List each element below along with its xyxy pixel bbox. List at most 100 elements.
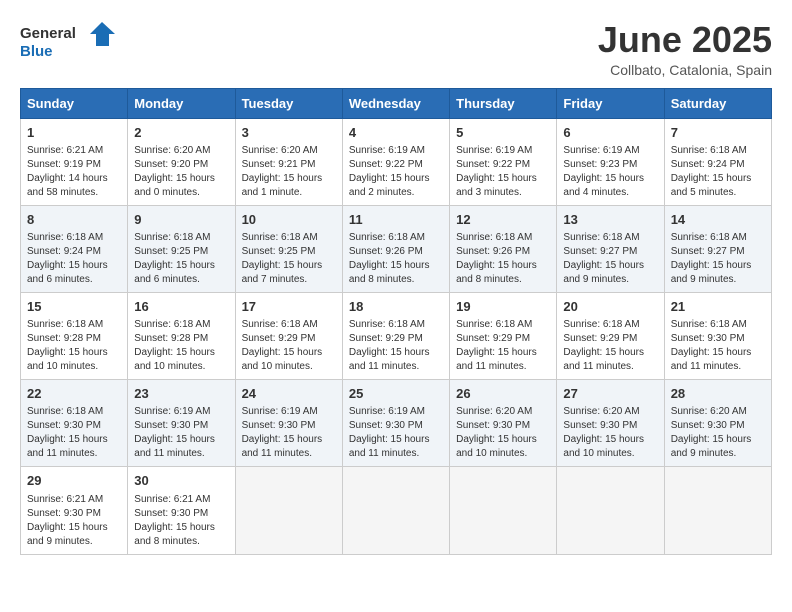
calendar-cell: 2Sunrise: 6:20 AMSunset: 9:20 PMDaylight… bbox=[128, 118, 235, 205]
calendar-body: 1 Sunrise: 6:21 AMSunset: 9:19 PMDaylight… bbox=[21, 118, 772, 554]
calendar-cell: 22Sunrise: 6:18 AMSunset: 9:30 PMDayligh… bbox=[21, 380, 128, 467]
calendar-cell: 10 Sunrise: 6:18 AMSunset: 9:25 PMDayligh… bbox=[235, 205, 342, 292]
day-number: 9 bbox=[134, 211, 228, 229]
logo-svg: General Blue bbox=[20, 20, 120, 65]
calendar-cell: 5 Sunrise: 6:19 AMSunset: 9:22 PMDaylight… bbox=[450, 118, 557, 205]
calendar-cell bbox=[557, 467, 664, 554]
calendar-cell: 11 Sunrise: 6:18 AMSunset: 9:26 PMDayligh… bbox=[342, 205, 449, 292]
day-info: Sunrise: 6:21 AMSunset: 9:30 PMDaylight:… bbox=[27, 494, 108, 547]
calendar-cell: 9 Sunrise: 6:18 AMSunset: 9:25 PMDaylight… bbox=[128, 205, 235, 292]
day-info: Sunrise: 6:18 AMSunset: 9:26 PMDaylight:… bbox=[349, 232, 430, 285]
day-number: 25 bbox=[349, 385, 443, 403]
day-info: Sunrise: 6:18 AMSunset: 9:27 PMDaylight:… bbox=[671, 232, 752, 285]
calendar-cell: 13 Sunrise: 6:18 AMSunset: 9:27 PMDayligh… bbox=[557, 205, 664, 292]
day-info: Sunrise: 6:21 AMSunset: 9:19 PMDaylight:… bbox=[27, 145, 108, 198]
day-info: Sunrise: 6:19 AMSunset: 9:30 PMDaylight:… bbox=[134, 406, 215, 459]
day-number: 11 bbox=[349, 211, 443, 229]
svg-text:Blue: Blue bbox=[20, 43, 53, 60]
calendar-cell bbox=[450, 467, 557, 554]
week-row-1: 1 Sunrise: 6:21 AMSunset: 9:19 PMDaylight… bbox=[21, 118, 772, 205]
calendar-table: SundayMondayTuesdayWednesdayThursdayFrid… bbox=[20, 88, 772, 555]
day-number: 30 bbox=[134, 472, 228, 490]
day-info: Sunrise: 6:20 AMSunset: 9:20 PMDaylight:… bbox=[134, 145, 215, 198]
day-header-wednesday: Wednesday bbox=[342, 88, 449, 118]
calendar-header-row: SundayMondayTuesdayWednesdayThursdayFrid… bbox=[21, 88, 772, 118]
calendar-cell: 21 Sunrise: 6:18 AMSunset: 9:30 PMDayligh… bbox=[664, 292, 771, 379]
calendar-cell: 27Sunrise: 6:20 AMSunset: 9:30 PMDayligh… bbox=[557, 380, 664, 467]
calendar-cell: 8 Sunrise: 6:18 AMSunset: 9:24 PMDaylight… bbox=[21, 205, 128, 292]
calendar-cell: 20Sunrise: 6:18 AMSunset: 9:29 PMDayligh… bbox=[557, 292, 664, 379]
week-row-5: 29 Sunrise: 6:21 AMSunset: 9:30 PMDayligh… bbox=[21, 467, 772, 554]
day-header-sunday: Sunday bbox=[21, 88, 128, 118]
day-info: Sunrise: 6:18 AMSunset: 9:29 PMDaylight:… bbox=[456, 319, 537, 372]
calendar-cell: 30 Sunrise: 6:21 AMSunset: 9:30 PMDayligh… bbox=[128, 467, 235, 554]
day-info: Sunrise: 6:18 AMSunset: 9:25 PMDaylight:… bbox=[242, 232, 323, 285]
day-number: 19 bbox=[456, 298, 550, 316]
day-header-tuesday: Tuesday bbox=[235, 88, 342, 118]
day-header-saturday: Saturday bbox=[664, 88, 771, 118]
day-info: Sunrise: 6:20 AMSunset: 9:21 PMDaylight:… bbox=[242, 145, 323, 198]
day-number: 1 bbox=[27, 124, 121, 142]
calendar-cell: 18 Sunrise: 6:18 AMSunset: 9:29 PMDayligh… bbox=[342, 292, 449, 379]
calendar-cell: 24 Sunrise: 6:19 AMSunset: 9:30 PMDayligh… bbox=[235, 380, 342, 467]
week-row-4: 22Sunrise: 6:18 AMSunset: 9:30 PMDayligh… bbox=[21, 380, 772, 467]
day-info: Sunrise: 6:19 AMSunset: 9:23 PMDaylight:… bbox=[563, 145, 644, 198]
header: General Blue June 2025 Collbato, Catalon… bbox=[20, 20, 772, 78]
calendar-cell: 15 Sunrise: 6:18 AMSunset: 9:28 PMDayligh… bbox=[21, 292, 128, 379]
day-number: 17 bbox=[242, 298, 336, 316]
calendar-cell: 3 Sunrise: 6:20 AMSunset: 9:21 PMDaylight… bbox=[235, 118, 342, 205]
week-row-2: 8 Sunrise: 6:18 AMSunset: 9:24 PMDaylight… bbox=[21, 205, 772, 292]
day-info: Sunrise: 6:18 AMSunset: 9:28 PMDaylight:… bbox=[134, 319, 215, 372]
day-header-monday: Monday bbox=[128, 88, 235, 118]
calendar-cell: 1 Sunrise: 6:21 AMSunset: 9:19 PMDaylight… bbox=[21, 118, 128, 205]
calendar-cell: 17 Sunrise: 6:18 AMSunset: 9:29 PMDayligh… bbox=[235, 292, 342, 379]
calendar-cell: 28 Sunrise: 6:20 AMSunset: 9:30 PMDayligh… bbox=[664, 380, 771, 467]
day-info: Sunrise: 6:18 AMSunset: 9:26 PMDaylight:… bbox=[456, 232, 537, 285]
logo: General Blue bbox=[20, 20, 120, 65]
day-number: 12 bbox=[456, 211, 550, 229]
day-info: Sunrise: 6:18 AMSunset: 9:29 PMDaylight:… bbox=[349, 319, 430, 372]
day-number: 3 bbox=[242, 124, 336, 142]
day-info: Sunrise: 6:18 AMSunset: 9:30 PMDaylight:… bbox=[671, 319, 752, 372]
day-number: 20 bbox=[563, 298, 657, 316]
day-info: Sunrise: 6:19 AMSunset: 9:22 PMDaylight:… bbox=[349, 145, 430, 198]
day-number: 28 bbox=[671, 385, 765, 403]
day-number: 26 bbox=[456, 385, 550, 403]
calendar-cell bbox=[342, 467, 449, 554]
calendar-cell: 12 Sunrise: 6:18 AMSunset: 9:26 PMDayligh… bbox=[450, 205, 557, 292]
day-number: 18 bbox=[349, 298, 443, 316]
day-number: 10 bbox=[242, 211, 336, 229]
day-header-friday: Friday bbox=[557, 88, 664, 118]
day-info: Sunrise: 6:19 AMSunset: 9:30 PMDaylight:… bbox=[349, 406, 430, 459]
day-info: Sunrise: 6:19 AMSunset: 9:22 PMDaylight:… bbox=[456, 145, 537, 198]
day-info: Sunrise: 6:20 AMSunset: 9:30 PMDaylight:… bbox=[563, 406, 644, 459]
calendar-cell bbox=[235, 467, 342, 554]
day-number: 14 bbox=[671, 211, 765, 229]
calendar-cell: 4 Sunrise: 6:19 AMSunset: 9:22 PMDaylight… bbox=[342, 118, 449, 205]
day-info: Sunrise: 6:20 AMSunset: 9:30 PMDaylight:… bbox=[456, 406, 537, 459]
day-number: 8 bbox=[27, 211, 121, 229]
day-number: 16 bbox=[134, 298, 228, 316]
day-info: Sunrise: 6:18 AMSunset: 9:24 PMDaylight:… bbox=[27, 232, 108, 285]
calendar-cell: 16 Sunrise: 6:18 AMSunset: 9:28 PMDayligh… bbox=[128, 292, 235, 379]
calendar-cell: 19 Sunrise: 6:18 AMSunset: 9:29 PMDayligh… bbox=[450, 292, 557, 379]
day-info: Sunrise: 6:18 AMSunset: 9:25 PMDaylight:… bbox=[134, 232, 215, 285]
main-title: June 2025 bbox=[598, 20, 772, 60]
day-info: Sunrise: 6:18 AMSunset: 9:27 PMDaylight:… bbox=[563, 232, 644, 285]
day-info: Sunrise: 6:18 AMSunset: 9:24 PMDaylight:… bbox=[671, 145, 752, 198]
day-info: Sunrise: 6:20 AMSunset: 9:30 PMDaylight:… bbox=[671, 406, 752, 459]
day-number: 13 bbox=[563, 211, 657, 229]
day-number: 23 bbox=[134, 385, 228, 403]
day-number: 15 bbox=[27, 298, 121, 316]
day-number: 5 bbox=[456, 124, 550, 142]
day-info: Sunrise: 6:18 AMSunset: 9:29 PMDaylight:… bbox=[242, 319, 323, 372]
day-number: 22 bbox=[27, 385, 121, 403]
day-number: 4 bbox=[349, 124, 443, 142]
day-info: Sunrise: 6:19 AMSunset: 9:30 PMDaylight:… bbox=[242, 406, 323, 459]
calendar-cell: 26 Sunrise: 6:20 AMSunset: 9:30 PMDayligh… bbox=[450, 380, 557, 467]
day-info: Sunrise: 6:21 AMSunset: 9:30 PMDaylight:… bbox=[134, 494, 215, 547]
day-info: Sunrise: 6:18 AMSunset: 9:28 PMDaylight:… bbox=[27, 319, 108, 372]
day-number: 29 bbox=[27, 472, 121, 490]
day-number: 21 bbox=[671, 298, 765, 316]
day-number: 24 bbox=[242, 385, 336, 403]
